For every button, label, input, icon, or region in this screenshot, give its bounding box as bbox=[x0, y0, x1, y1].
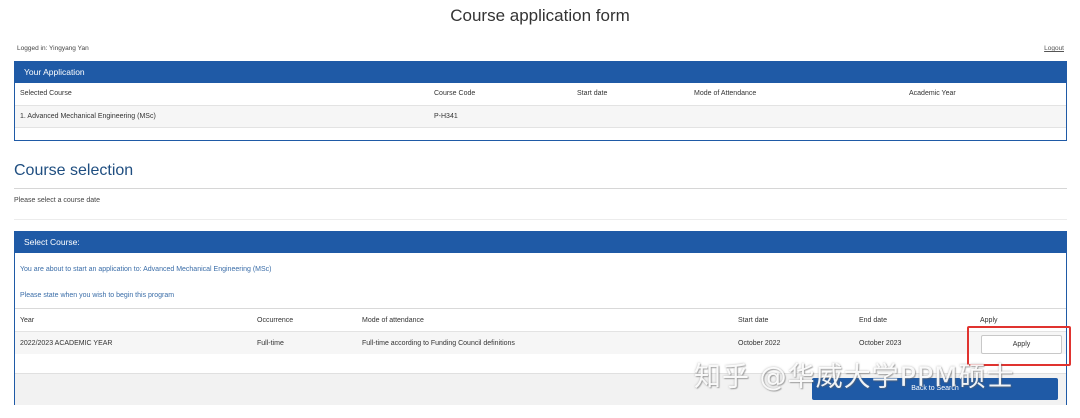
col-course-code: Course Code bbox=[434, 90, 476, 97]
watermark-text: 知乎 @华威大学PPM硕士 bbox=[694, 362, 1015, 393]
section-divider bbox=[14, 188, 1067, 189]
mode-of-attendance-value: Full-time according to Funding Council d… bbox=[362, 340, 515, 347]
application-intro-text: You are about to start an application to… bbox=[20, 266, 272, 273]
col-end-date: End date bbox=[859, 317, 888, 324]
table-row: 1. Advanced Mechanical Engineering (MSc)… bbox=[15, 106, 1066, 128]
course-code-value: P-H341 bbox=[434, 113, 458, 120]
col-mode-of-attendance: Mode of attendance bbox=[362, 317, 424, 324]
logged-in-text: Logged in: Yingyang Yan bbox=[17, 45, 89, 52]
end-date-value: October 2023 bbox=[859, 340, 902, 347]
col-academic-year: Academic Year bbox=[909, 90, 956, 97]
course-selection-title: Course selection bbox=[14, 162, 134, 179]
col-year: Year bbox=[20, 317, 35, 324]
col-mode-of-attendance: Mode of Attendance bbox=[694, 90, 757, 97]
col-occurrence: Occurrence bbox=[257, 317, 294, 324]
apply-button[interactable]: Apply bbox=[981, 335, 1062, 354]
col-start-date: Start date bbox=[738, 317, 769, 324]
selected-course-value: 1. Advanced Mechanical Engineering (MSc) bbox=[20, 113, 156, 120]
occurrence-value: Full-time bbox=[257, 340, 284, 347]
section-divider bbox=[14, 219, 1067, 220]
col-selected-course: Selected Course bbox=[20, 90, 72, 97]
course-selection-subtitle: Please select a course date bbox=[14, 197, 100, 204]
col-apply: Apply bbox=[980, 317, 998, 324]
your-application-header-row: Selected Course Course Code Start date M… bbox=[15, 83, 1066, 106]
your-application-panel: Your Application Selected Course Course … bbox=[14, 61, 1067, 141]
select-course-heading: Select Course: bbox=[15, 232, 1066, 253]
col-start-date: Start date bbox=[577, 90, 608, 97]
course-dates-table: Year Occurrence Mode of attendance Start… bbox=[15, 308, 1066, 354]
begin-program-prompt: Please state when you wish to begin this… bbox=[20, 292, 175, 299]
table-row: 2022/2023 ACADEMIC YEAR Full-time Full-t… bbox=[15, 331, 1066, 354]
page-title: Course application form bbox=[450, 6, 630, 25]
course-dates-header-row: Year Occurrence Mode of attendance Start… bbox=[15, 308, 1066, 331]
your-application-heading: Your Application bbox=[15, 62, 1066, 83]
logout-link[interactable]: Logout bbox=[1044, 45, 1064, 52]
start-date-value: October 2022 bbox=[738, 340, 781, 347]
year-value: 2022/2023 ACADEMIC YEAR bbox=[20, 340, 113, 347]
